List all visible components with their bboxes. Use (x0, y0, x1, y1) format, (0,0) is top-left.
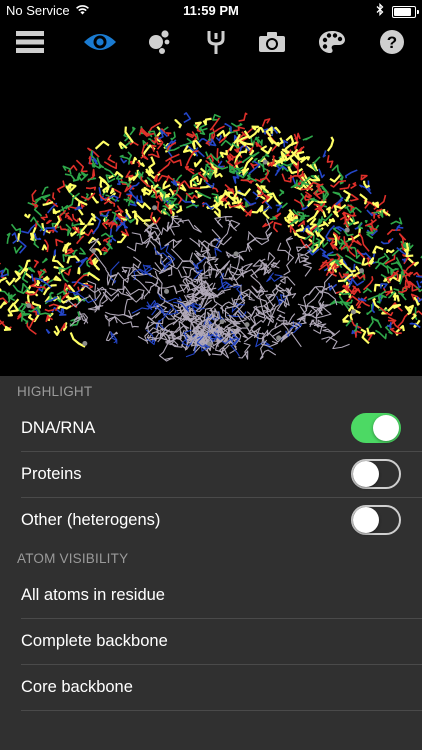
toggle-knob (373, 415, 399, 441)
effects-button[interactable] (200, 28, 232, 60)
tuning-fork-icon (204, 29, 228, 60)
highlight-row-heterogens: Other (heterogens) (21, 498, 422, 543)
proteins-toggle[interactable] (351, 459, 401, 489)
settings-panel: HIGHLIGHT DNA/RNA Proteins Other (hetero… (0, 376, 422, 720)
atom-visibility-option-complete-backbone[interactable]: Complete backbone (21, 619, 422, 665)
help-button[interactable]: ? (376, 28, 408, 60)
molecule-icon (147, 29, 173, 60)
dna-rna-toggle[interactable] (351, 413, 401, 443)
atom-visibility-option-all-atoms[interactable]: All atoms in residue (21, 573, 422, 619)
palette-icon (318, 30, 346, 59)
status-right (376, 2, 419, 21)
highlight-row-proteins: Proteins (21, 452, 422, 498)
help-icon: ? (379, 29, 405, 60)
bluetooth-icon (376, 2, 384, 21)
svg-text:?: ? (387, 33, 397, 52)
heterogens-toggle[interactable] (351, 505, 401, 535)
molecule-structure (0, 112, 422, 362)
highlight-row-dna-rna: DNA/RNA (21, 406, 422, 452)
camera-icon (258, 31, 286, 58)
option-label: Complete backbone (21, 632, 168, 650)
style-button[interactable] (144, 28, 176, 60)
eye-icon (83, 31, 117, 58)
toggle-knob (353, 461, 379, 487)
toolbar: ? (0, 24, 422, 62)
option-label: All atoms in residue (21, 586, 165, 604)
highlight-header: HIGHLIGHT (17, 384, 93, 399)
molecule-viewer[interactable] (0, 64, 422, 376)
menu-button[interactable] (14, 28, 46, 60)
battery-level (394, 8, 412, 16)
toggle-knob (353, 507, 379, 533)
view-button[interactable] (84, 28, 116, 60)
color-button[interactable] (316, 28, 348, 60)
battery-icon (392, 6, 419, 18)
screenshot-button[interactable] (256, 28, 288, 60)
status-bar: No Service 11:59 PM (0, 0, 422, 22)
menu-icon (15, 29, 45, 60)
clock: 11:59 PM (183, 3, 239, 18)
panel-bottom (0, 720, 422, 750)
atom-visibility-header: ATOM VISIBILITY (17, 551, 129, 566)
option-label: Core backbone (21, 678, 133, 696)
atom-visibility-option-core-backbone[interactable]: Core backbone (21, 665, 422, 711)
